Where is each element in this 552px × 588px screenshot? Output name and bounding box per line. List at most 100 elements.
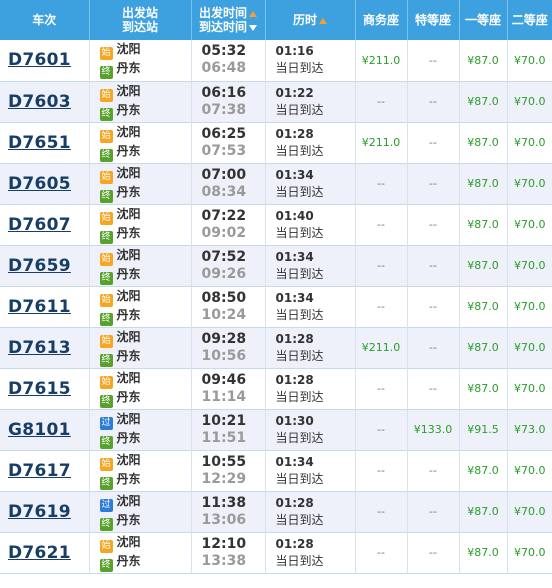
end-station-badge-icon: 终 (99, 66, 113, 80)
duration: 01:28 (275, 495, 314, 510)
arr-time: 13:38 (201, 552, 247, 569)
train-number-link[interactable]: D7605 (0, 174, 71, 194)
times-cell: 07:52 09:26 (191, 245, 266, 286)
start-station-badge-icon: 始 (99, 293, 113, 307)
business-price: -- (355, 368, 408, 409)
premium-price: -- (407, 491, 460, 532)
arrival-note: 当日到达 (275, 184, 324, 199)
dep-time: 06:16 (201, 84, 247, 101)
sort-asc-icon[interactable] (249, 10, 257, 17)
duration: 01:28 (275, 126, 314, 141)
train-cell: D7615 (0, 368, 90, 409)
table-header: 车次 出发站 到达站 出发时间 到达时间 历时 商务座 特等座 一等座 二等座 (0, 0, 552, 40)
premium-price: -- (407, 81, 460, 122)
dep-station: 沈阳 (116, 288, 141, 303)
start-station-badge-icon: 始 (99, 211, 113, 225)
header-dep-station: 出发站 (121, 6, 158, 20)
start-station-badge-icon: 始 (99, 375, 113, 389)
header-arr-time: 到达时间 (198, 20, 247, 34)
header-dep-time: 出发时间 (198, 6, 247, 20)
end-station-badge-icon: 终 (99, 517, 113, 531)
dep-time: 10:55 (201, 453, 247, 470)
second-price: ¥70.0 (514, 341, 546, 354)
end-station-badge-icon: 终 (99, 558, 113, 572)
second-price: ¥70.0 (514, 464, 546, 477)
dep-time: 10:21 (201, 412, 247, 429)
times-cell: 09:46 11:14 (191, 368, 266, 409)
dep-station: 沈阳 (116, 329, 141, 344)
train-number-link[interactable]: D7611 (0, 297, 71, 317)
premium-price: -- (407, 122, 460, 163)
train-number-link[interactable]: D7621 (0, 543, 71, 563)
header-stations: 出发站 到达站 (89, 0, 192, 40)
train-number-link[interactable]: D7613 (0, 338, 71, 358)
times-cell: 06:25 07:53 (191, 122, 266, 163)
header-times[interactable]: 出发时间 到达时间 (191, 0, 266, 40)
start-station-badge-icon: 始 (99, 334, 113, 348)
arrival-note: 当日到达 (275, 307, 324, 322)
start-station-badge-icon: 始 (99, 88, 113, 102)
dep-station: 沈阳 (116, 165, 141, 180)
second-price: ¥70.0 (514, 218, 546, 231)
train-number-link[interactable]: D7659 (0, 256, 71, 276)
second-price: ¥70.0 (514, 177, 546, 190)
train-cell: D7659 (0, 245, 90, 286)
train-number-link[interactable]: G8101 (0, 420, 71, 440)
sort-desc-icon[interactable] (249, 24, 257, 31)
first-price: ¥87.0 (459, 491, 508, 532)
train-cell: D7601 (0, 40, 90, 81)
stations-cell: 始沈阳终丹东 (89, 245, 192, 286)
premium-price: -- (407, 204, 460, 245)
start-station-badge-icon: 始 (99, 170, 113, 184)
train-cell: D7607 (0, 204, 90, 245)
duration: 01:28 (275, 331, 314, 346)
business-price: ¥211.0 (355, 327, 408, 368)
train-number-link[interactable]: D7651 (0, 133, 71, 153)
train-number-link[interactable]: D7615 (0, 379, 71, 399)
first-price: ¥87.0 (459, 81, 508, 122)
dep-station: 沈阳 (116, 247, 141, 262)
duration: 01:28 (275, 536, 314, 551)
train-number-link[interactable]: D7617 (0, 461, 71, 481)
first-price: ¥87.0 (459, 245, 508, 286)
sort-asc-icon[interactable] (319, 17, 327, 24)
train-number-link[interactable]: D7619 (0, 502, 71, 522)
dep-station: 沈阳 (116, 124, 141, 139)
end-station-badge-icon: 终 (99, 107, 113, 121)
end-station-badge-icon: 终 (99, 148, 113, 162)
duration-cell: 01:30 当日到达 (265, 409, 356, 450)
second-price: ¥70.0 (514, 300, 546, 313)
premium-price: -- (407, 368, 460, 409)
stations-cell: 过沈阳终丹东 (89, 491, 192, 532)
duration-cell: 01:22 当日到达 (265, 81, 356, 122)
first-price: ¥91.5 (459, 409, 508, 450)
header-duration[interactable]: 历时 (265, 0, 356, 40)
duration-cell: 01:28 当日到达 (265, 491, 356, 532)
stations-cell: 始沈阳终丹东 (89, 204, 192, 245)
train-cell: D7651 (0, 122, 90, 163)
premium-price: -- (407, 532, 460, 573)
stations-cell: 始沈阳终丹东 (89, 122, 192, 163)
stations-cell: 始沈阳终丹东 (89, 81, 192, 122)
table-row: D7611 始沈阳终丹东 08:50 10:24 01:34 当日到达 -- -- ¥87.0 ¥… (0, 286, 552, 327)
start-station-badge-icon: 始 (99, 129, 113, 143)
end-station-badge-icon: 终 (99, 271, 113, 285)
pass-station-badge-icon: 过 (99, 416, 113, 430)
arr-station: 丹东 (116, 512, 141, 527)
train-number-link[interactable]: D7603 (0, 92, 71, 112)
arr-station: 丹东 (116, 184, 141, 199)
train-number-link[interactable]: D7607 (0, 215, 71, 235)
table-row: D7607 始沈阳终丹东 07:22 09:02 01:40 当日到达 -- -- ¥87.0 ¥… (0, 204, 552, 245)
first-price: ¥87.0 (459, 450, 508, 491)
train-cell: D7617 (0, 450, 90, 491)
stations-cell: 始沈阳终丹东 (89, 450, 192, 491)
duration: 01:28 (275, 372, 314, 387)
arrival-note: 当日到达 (275, 512, 324, 527)
second-price: ¥70.0 (514, 382, 546, 395)
duration: 01:34 (275, 167, 314, 182)
arr-station: 丹东 (116, 553, 141, 568)
stations-cell: 始沈阳终丹东 (89, 40, 192, 81)
train-number-link[interactable]: D7601 (0, 50, 71, 70)
header-arr-station: 到达站 (121, 20, 158, 34)
dep-station: 沈阳 (116, 411, 141, 426)
